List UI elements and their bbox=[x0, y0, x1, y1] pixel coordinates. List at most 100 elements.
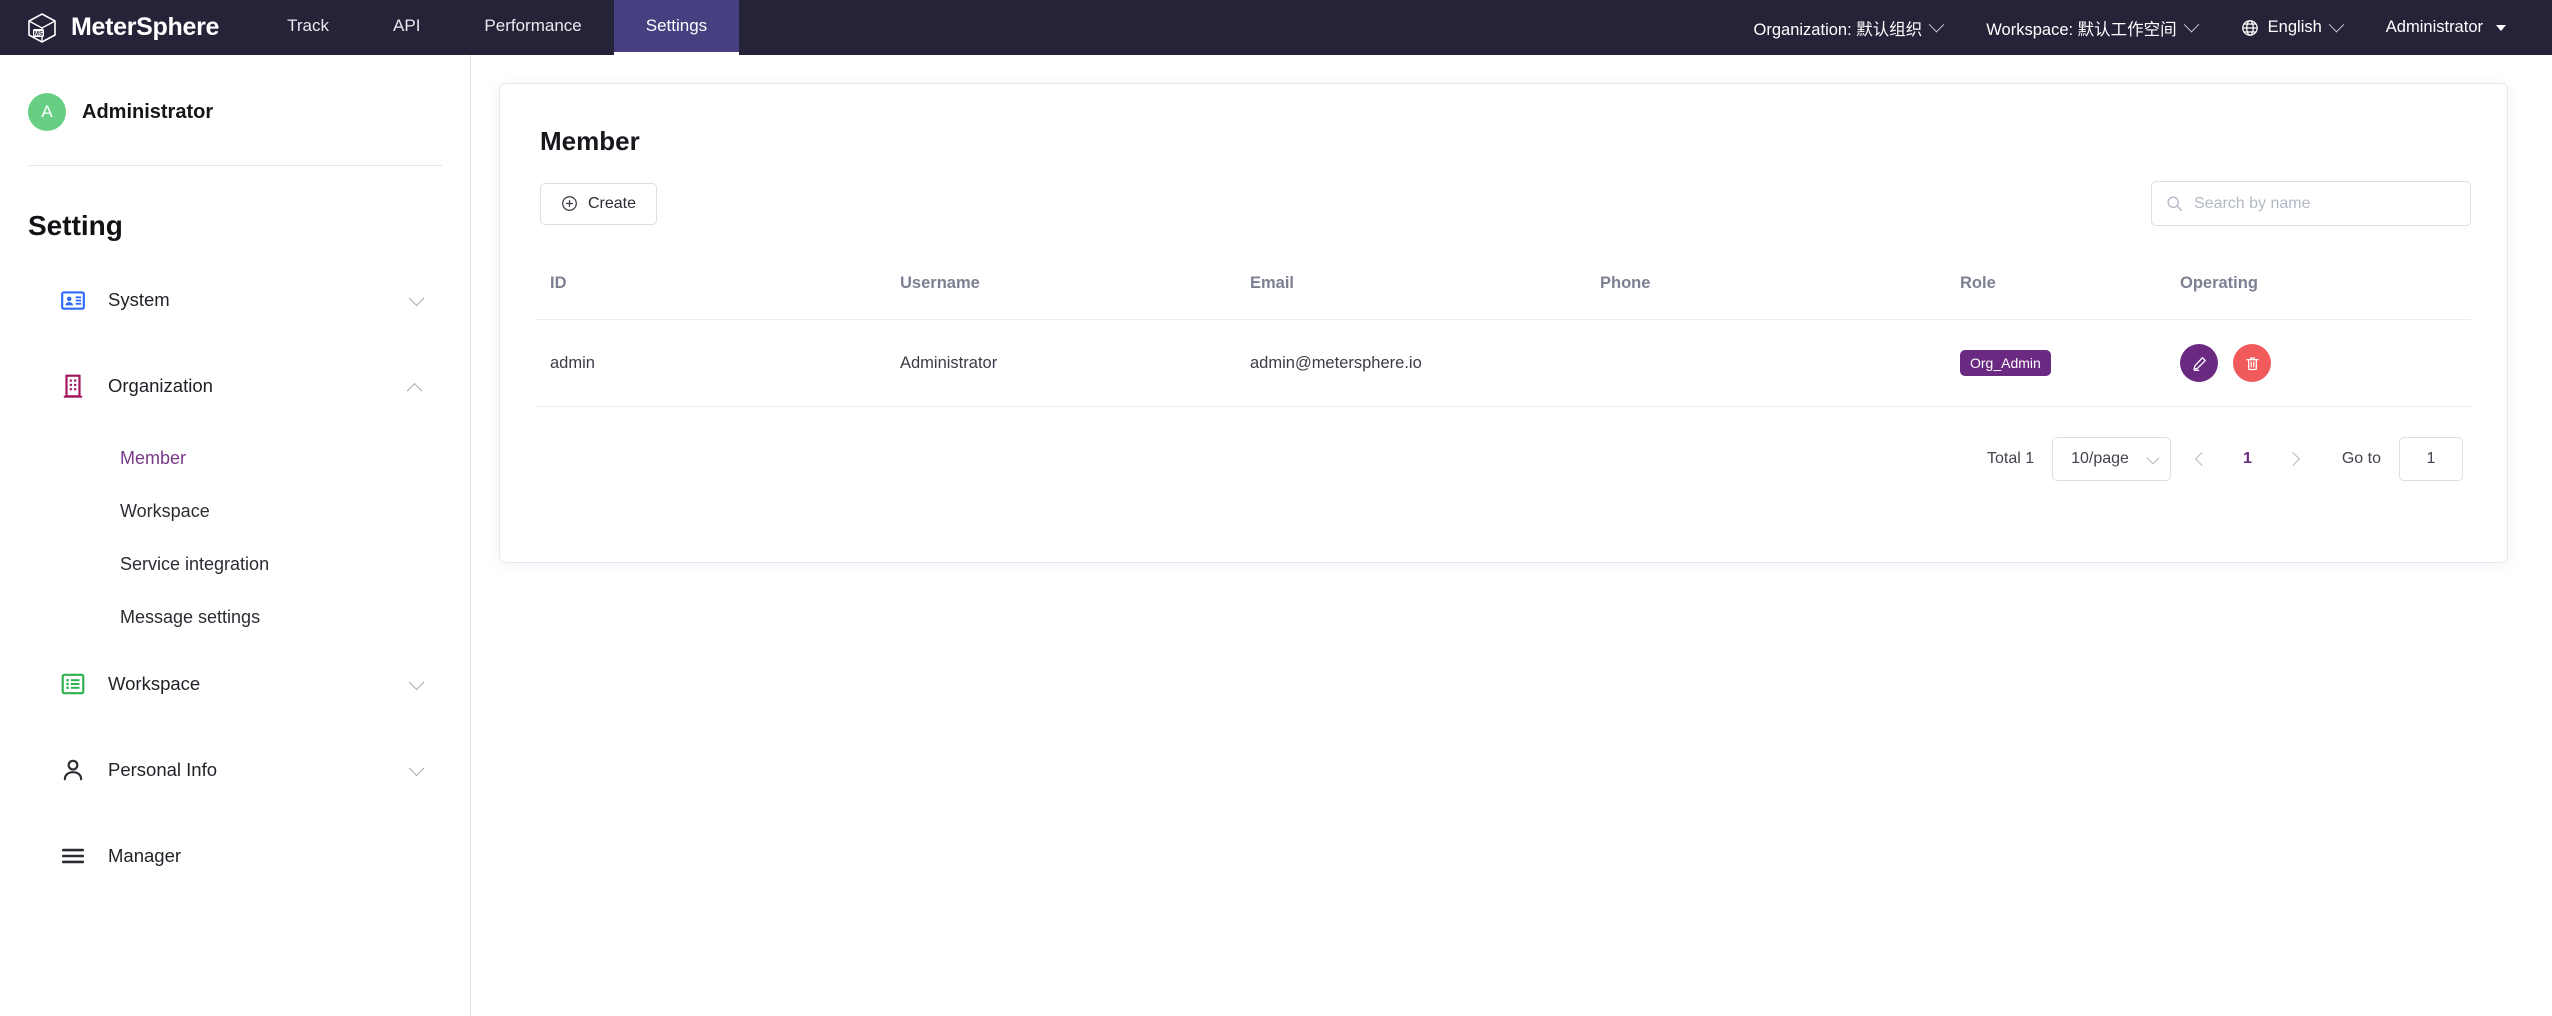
chevron-down-icon[interactable] bbox=[409, 674, 425, 690]
column-header-email[interactable]: Email bbox=[1236, 248, 1586, 320]
sidebar-item-member[interactable]: Member bbox=[120, 448, 442, 501]
sidebar-item-organization-label: Organization bbox=[108, 375, 213, 397]
tab-track-label: Track bbox=[287, 16, 329, 36]
search-icon bbox=[2166, 195, 2183, 212]
sidebar-item-workspace-group-label: Workspace bbox=[108, 673, 200, 695]
language-selector[interactable]: English bbox=[2219, 0, 2364, 55]
tab-settings[interactable]: Settings bbox=[614, 0, 739, 55]
brand-name: MeterSphere bbox=[71, 13, 219, 42]
sidebar-item-organization[interactable]: Organization bbox=[28, 362, 442, 410]
workspace-selector[interactable]: Workspace: 默认工作空间 bbox=[1964, 0, 2218, 55]
column-header-username[interactable]: Username bbox=[886, 248, 1236, 320]
chevron-left-icon bbox=[2195, 452, 2209, 466]
tab-track[interactable]: Track bbox=[255, 0, 361, 55]
cell-phone bbox=[1586, 320, 1946, 407]
cell-email: admin@metersphere.io bbox=[1236, 320, 1586, 407]
search-input[interactable] bbox=[2194, 195, 2456, 213]
tab-performance[interactable]: Performance bbox=[452, 0, 613, 55]
language-label: English bbox=[2268, 18, 2322, 37]
tab-performance-label: Performance bbox=[484, 16, 581, 36]
sidebar: A Administrator Setting System bbox=[0, 55, 471, 1016]
sidebar-item-system[interactable]: System bbox=[28, 276, 442, 324]
chevron-down-icon bbox=[2183, 17, 2199, 33]
next-page-button[interactable] bbox=[2280, 446, 2306, 472]
sidebar-item-workspace[interactable]: Workspace bbox=[120, 501, 442, 554]
user-menu-label: Administrator bbox=[2386, 18, 2483, 37]
chevron-down-icon bbox=[1929, 17, 1945, 33]
table-row[interactable]: admin Administrator admin@metersphere.io… bbox=[536, 320, 2471, 407]
prev-page-button[interactable] bbox=[2189, 446, 2215, 472]
globe-icon bbox=[2241, 19, 2259, 37]
organization-label: Organization: 默认组织 bbox=[1754, 16, 1923, 40]
search-box[interactable] bbox=[2151, 181, 2471, 226]
chevron-down-icon[interactable] bbox=[409, 760, 425, 776]
column-header-operating[interactable]: Operating bbox=[2166, 248, 2471, 320]
cell-username: Administrator bbox=[886, 320, 1236, 407]
building-icon bbox=[60, 373, 86, 399]
sidebar-user[interactable]: A Administrator bbox=[28, 55, 442, 165]
create-button[interactable]: Create bbox=[540, 183, 657, 225]
main-nav-tabs: Track API Performance Settings bbox=[255, 0, 739, 55]
toolbar: Create bbox=[536, 181, 2471, 226]
sidebar-item-workspace-group[interactable]: Workspace bbox=[28, 660, 442, 708]
user-menu[interactable]: Administrator bbox=[2364, 0, 2528, 55]
sidebar-item-service-integration[interactable]: Service integration bbox=[120, 554, 442, 607]
status-badge: Org_Admin bbox=[1960, 350, 2051, 376]
pagination: Total 1 10/page 1 Go to bbox=[536, 407, 2471, 489]
cell-role: Org_Admin bbox=[1946, 320, 2166, 407]
person-icon bbox=[60, 757, 86, 783]
member-card: Member Create bbox=[499, 83, 2508, 563]
menu-icon bbox=[60, 843, 86, 869]
sidebar-item-message-settings[interactable]: Message settings bbox=[120, 607, 442, 660]
list-icon bbox=[60, 671, 86, 697]
sidebar-item-personal-info[interactable]: Personal Info bbox=[28, 746, 442, 794]
cell-operating bbox=[2166, 320, 2471, 407]
chevron-down-icon bbox=[2147, 451, 2160, 464]
delete-button[interactable] bbox=[2233, 344, 2271, 382]
column-header-id[interactable]: ID bbox=[536, 248, 886, 320]
cell-id: admin bbox=[536, 320, 886, 407]
chevron-right-icon bbox=[2286, 452, 2300, 466]
table-header: ID Username Email Phone Role Operating bbox=[536, 248, 2471, 320]
trash-icon bbox=[2244, 355, 2261, 372]
page-number-1[interactable]: 1 bbox=[2233, 450, 2262, 468]
tab-api-label: API bbox=[393, 16, 420, 36]
avatar-initial: A bbox=[41, 102, 52, 122]
sidebar-item-manager[interactable]: Manager bbox=[28, 832, 442, 880]
member-table: ID Username Email Phone Role Operating a… bbox=[536, 248, 2471, 407]
tab-api[interactable]: API bbox=[361, 0, 452, 55]
edit-button[interactable] bbox=[2180, 344, 2218, 382]
page-title: Member bbox=[540, 126, 2471, 157]
table-body: admin Administrator admin@metersphere.io… bbox=[536, 320, 2471, 407]
pagination-total: Total 1 bbox=[1987, 450, 2034, 468]
header-right-controls: Organization: 默认组织 Workspace: 默认工作空间 Eng… bbox=[1732, 0, 2552, 55]
brand[interactable]: MS MeterSphere bbox=[0, 0, 255, 55]
goto-label: Go to bbox=[2342, 450, 2381, 468]
tab-settings-label: Settings bbox=[646, 16, 707, 36]
pencil-icon bbox=[2191, 355, 2208, 372]
chevron-down-icon bbox=[2329, 17, 2345, 33]
page-size-value: 10/page bbox=[2071, 450, 2129, 468]
sidebar-item-personal-info-label: Personal Info bbox=[108, 759, 217, 781]
table-header-row: ID Username Email Phone Role Operating bbox=[536, 248, 2471, 320]
chevron-down-icon[interactable] bbox=[409, 290, 425, 306]
page-size-select[interactable]: 10/page bbox=[2052, 437, 2171, 481]
svg-text:MS: MS bbox=[34, 30, 43, 37]
plus-circle-icon bbox=[561, 195, 578, 212]
avatar: A bbox=[28, 93, 66, 131]
organization-selector[interactable]: Organization: 默认组织 bbox=[1732, 0, 1965, 55]
caret-down-icon bbox=[2496, 25, 2506, 31]
column-header-phone[interactable]: Phone bbox=[1586, 248, 1946, 320]
sidebar-user-name: Administrator bbox=[82, 101, 213, 124]
cube-ms-logo-icon: MS bbox=[26, 12, 58, 44]
row-actions bbox=[2180, 344, 2471, 382]
goto-input[interactable] bbox=[2399, 437, 2463, 481]
column-header-role[interactable]: Role bbox=[1946, 248, 2166, 320]
id-card-icon bbox=[60, 287, 86, 313]
top-header: MS MeterSphere Track API Performance Set… bbox=[0, 0, 2552, 55]
chevron-up-icon[interactable] bbox=[407, 382, 423, 398]
sidebar-item-manager-label: Manager bbox=[108, 845, 181, 867]
create-button-label: Create bbox=[588, 195, 636, 213]
sidebar-item-system-label: System bbox=[108, 289, 170, 311]
main-content: Member Create bbox=[471, 55, 2552, 1016]
